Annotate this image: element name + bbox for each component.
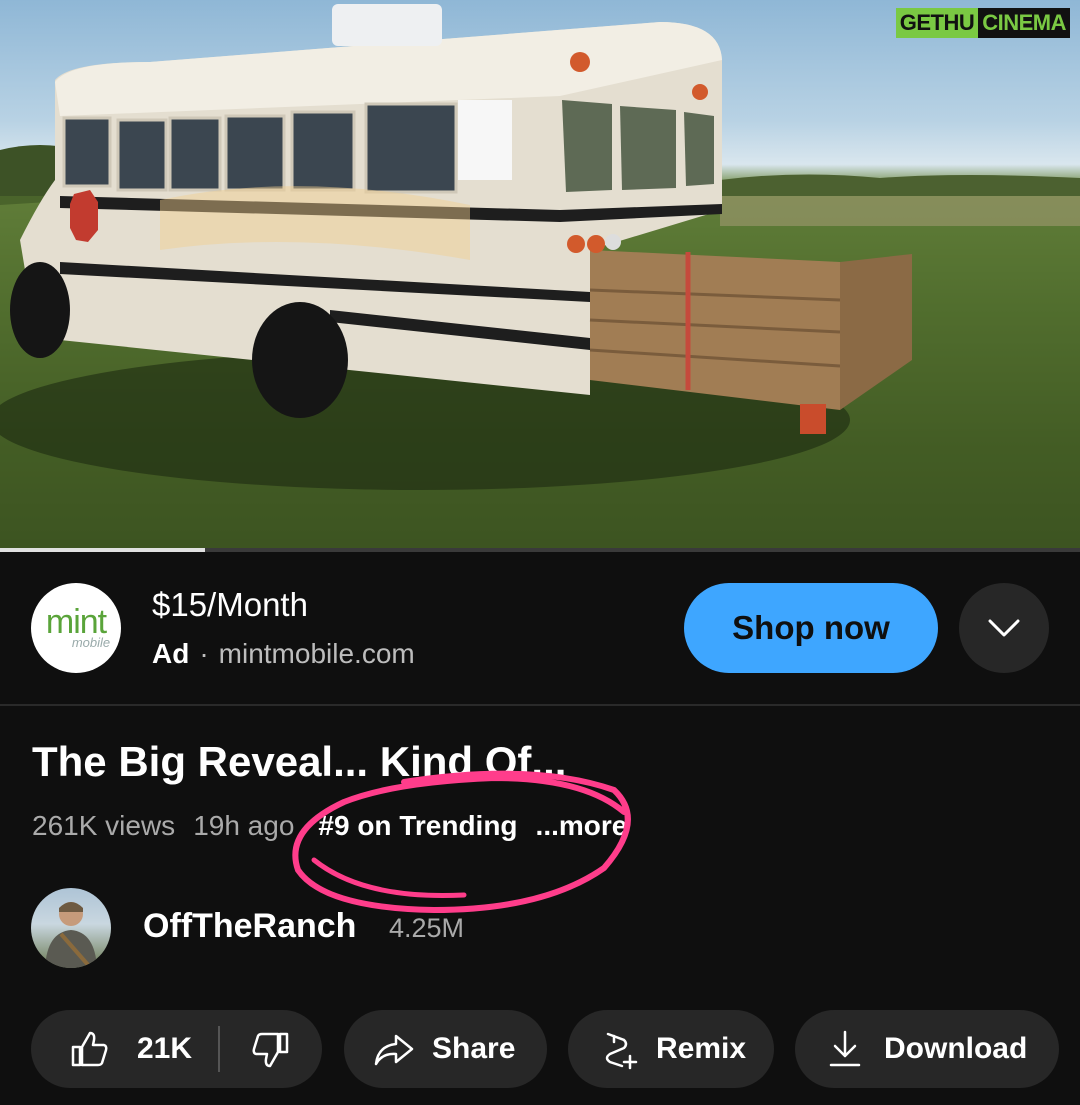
channel-avatar[interactable] [31,888,111,968]
view-count: 261K views [32,810,176,841]
remix-label: Remix [656,1032,747,1065]
avatar-image [45,902,97,968]
video-frame [0,4,1080,548]
video-player[interactable]: GETHU CINEMA [0,0,1080,548]
channel-name[interactable]: OffTheRanch [143,907,356,946]
upload-age: 19h ago [193,810,295,841]
download-button[interactable]: Download [795,1010,1059,1088]
chevron-down-icon [988,619,1020,637]
like-dislike-group: 21K [31,1010,322,1088]
like-divider [218,1026,220,1072]
ad-domain[interactable]: mintmobile.com [219,638,415,669]
ad-separator: · [199,638,209,669]
advertiser-logo[interactable]: mint mobile [31,583,121,673]
share-label: Share [432,1032,516,1065]
watermark-part2: CINEMA [978,8,1070,38]
share-icon [374,1034,414,1066]
remix-icon [605,1032,638,1070]
remix-button[interactable]: Remix [568,1010,774,1088]
download-icon [829,1030,861,1067]
advertiser-logo-subtext: mobile [71,635,111,650]
ad-badge: Ad [152,638,190,669]
share-button[interactable]: Share [344,1010,547,1088]
ad-title: $15/Month [152,586,308,623]
subscriber-count: 4.25M [389,913,465,943]
like-count[interactable]: 21K [137,1032,192,1066]
ad-subtitle: Ad · mintmobile.com [152,638,415,670]
ad-expand-button[interactable] [959,583,1049,673]
hand-drawn-circle-annotation [292,770,631,914]
download-label: Download [884,1032,1028,1065]
watermark: GETHU CINEMA [895,8,1070,38]
thumbs-up-icon[interactable] [71,1031,109,1067]
shop-now-button[interactable]: Shop now [684,583,938,673]
watermark-part1: GETHU [895,8,979,38]
thumbs-down-icon[interactable] [251,1032,289,1068]
ad-banner: mint mobile $15/Month Ad · mintmobile.com … [0,552,1080,706]
advertiser-logo-text: mint [45,603,107,641]
